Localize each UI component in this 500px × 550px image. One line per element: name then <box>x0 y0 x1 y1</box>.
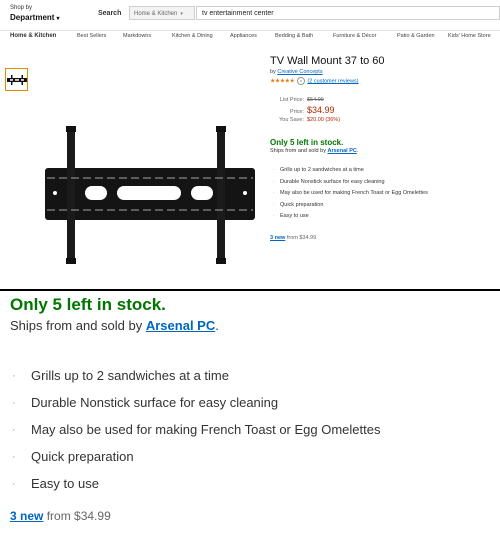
bullet-icon: · <box>273 167 275 173</box>
product-title: TV Wall Mount 37 to 60 <box>270 55 385 67</box>
list-price-row: List Price: $54.99 <box>270 97 324 103</box>
product-thumbnail[interactable] <box>5 68 28 91</box>
feature-text: Quick preparation <box>31 449 134 464</box>
search-category-select[interactable]: Home & Kitchen ▾ <box>129 6 195 20</box>
bullet-icon: · <box>273 213 275 219</box>
bullet-icon: · <box>273 190 275 196</box>
by-label: by <box>270 69 276 75</box>
list-price-label: List Price: <box>279 97 304 103</box>
feature-text: Grills up to 2 sandwiches at a time <box>280 167 364 173</box>
bullet-icon: · <box>273 178 275 185</box>
new-offers-line-zoomed: 3 new from $34.99 <box>10 509 111 523</box>
screenshot-root: Shop by Department ▾ Search Home & Kitche… <box>0 0 500 550</box>
feature-text: Grills up to 2 sandwiches at a time <box>31 368 229 383</box>
shop-by-label: Shop by <box>10 5 33 11</box>
subnav-kitchen-dining[interactable]: Kitchen & Dining <box>172 33 213 39</box>
subnav-furniture-decor[interactable]: Furniture & Décor <box>333 33 376 39</box>
list-item: · Quick preparation <box>270 200 500 212</box>
stock-status-zoomed: Only 5 left in stock. <box>10 295 166 314</box>
feature-text: May also be used for making French Toast… <box>280 190 428 196</box>
price-label: Price: <box>289 109 304 115</box>
bullet-icon: · <box>273 201 275 208</box>
product-page-panel: Shop by Department ▾ Search Home & Kitche… <box>0 0 500 289</box>
subnav-kids-home-store[interactable]: Kids' Home Store <box>448 33 491 39</box>
bullet-icon: · <box>12 478 16 490</box>
subnav-markdowns[interactable]: Markdowns <box>123 33 151 39</box>
feature-list: · Grills up to 2 sandwiches at a time · Du… <box>270 165 500 223</box>
list-item: · Durable Nonstick surface for easy clean… <box>270 177 500 189</box>
subnav-best-sellers[interactable]: Best Sellers <box>77 33 106 39</box>
star-rating-icon[interactable]: ★★★★★ <box>270 78 295 84</box>
ships-from-line-zoomed: Ships from and sold by Arsenal PC. <box>10 318 219 333</box>
bullet-icon: · <box>12 370 16 382</box>
list-price-value: $54.99 <box>307 97 324 103</box>
subnav-patio-garden[interactable]: Patio & Garden <box>397 33 435 39</box>
feature-text: Durable Nonstick surface for easy cleani… <box>280 178 385 185</box>
feature-text: Easy to use <box>280 213 309 219</box>
department-menu[interactable]: Department ▾ <box>10 13 59 24</box>
brand-line: by Creative Concepts <box>270 69 323 75</box>
feature-list-zoomed: · Grills up to 2 sandwiches at a time · Du… <box>10 365 490 500</box>
bullet-icon: · <box>12 451 16 463</box>
bullet-icon: · <box>12 397 16 409</box>
feature-text: Easy to use <box>31 476 99 491</box>
chevron-down-icon: ▾ <box>56 16 60 22</box>
category-subnav: Home & Kitchen Best Sellers Markdowns Ki… <box>0 30 500 44</box>
ships-from-label: Ships from and sold by <box>270 148 326 154</box>
stock-status: Only 5 left in stock. <box>270 138 344 147</box>
subnav-appliances[interactable]: Appliances <box>230 33 257 39</box>
savings-row: You Save: $20.00 (36%) <box>270 117 340 123</box>
ships-from-line: Ships from and sold by Arsenal PC. <box>270 148 359 154</box>
feature-text: May also be used for making French Toast… <box>31 422 381 437</box>
list-item: · Grills up to 2 sandwiches at a time <box>270 165 500 177</box>
department-label[interactable]: Department <box>10 13 54 22</box>
feature-text: Durable Nonstick surface for easy cleani… <box>31 395 279 410</box>
new-offers-link[interactable]: 3 new <box>270 235 285 241</box>
list-item: · May also be used for making French Toas… <box>10 419 490 446</box>
list-item: · Grills up to 2 sandwiches at a time <box>10 365 490 392</box>
new-offers-price: from $34.99 <box>286 235 317 241</box>
chevron-down-icon[interactable]: v <box>296 77 305 85</box>
tv-wall-mount-image <box>45 126 255 264</box>
seller-link[interactable]: Arsenal PC <box>146 318 215 333</box>
list-item: · May also be used for making French Toas… <box>270 188 500 200</box>
feature-text: Quick preparation <box>280 201 324 208</box>
seller-link[interactable]: Arsenal PC <box>327 148 356 154</box>
list-item: · Quick preparation <box>10 446 490 473</box>
search-input[interactable]: tv entertainment center <box>196 6 500 20</box>
ships-from-label: Ships from and sold by <box>10 318 143 333</box>
savings-label: You Save: <box>279 117 304 123</box>
price-value: $34.99 <box>307 105 335 115</box>
list-item: · Easy to use <box>10 473 490 500</box>
search-category-value[interactable]: Home & Kitchen <box>134 11 177 17</box>
new-offers-line: 3 new from $34.99 <box>270 235 316 241</box>
subnav-home-kitchen[interactable]: Home & Kitchen <box>10 33 56 39</box>
subnav-bedding-bath[interactable]: Bedding & Bath <box>275 33 313 39</box>
bullet-icon: · <box>12 424 16 436</box>
zoomed-detail-panel: Only 5 left in stock. Ships from and sol… <box>0 291 500 550</box>
new-offers-price: from $34.99 <box>46 509 111 523</box>
rating-line: ★★★★★ v (2 customer reviews) <box>270 77 359 85</box>
tv-mount-thumbnail-icon <box>7 75 27 85</box>
search-label: Search <box>98 10 122 17</box>
brand-link[interactable]: Creative Concepts <box>277 69 322 75</box>
customer-reviews-link[interactable]: (2 customer reviews) <box>307 78 358 84</box>
savings-value: $20.00 (36%) <box>307 117 341 123</box>
list-item: · Easy to use <box>270 211 500 223</box>
chevron-down-icon: ▾ <box>180 11 183 17</box>
new-offers-link[interactable]: 3 new <box>10 509 43 523</box>
list-item: · Durable Nonstick surface for easy clean… <box>10 392 490 419</box>
price-row: Price: $34.99 <box>270 105 335 115</box>
site-header: Shop by Department ▾ Search Home & Kitche… <box>0 0 500 31</box>
